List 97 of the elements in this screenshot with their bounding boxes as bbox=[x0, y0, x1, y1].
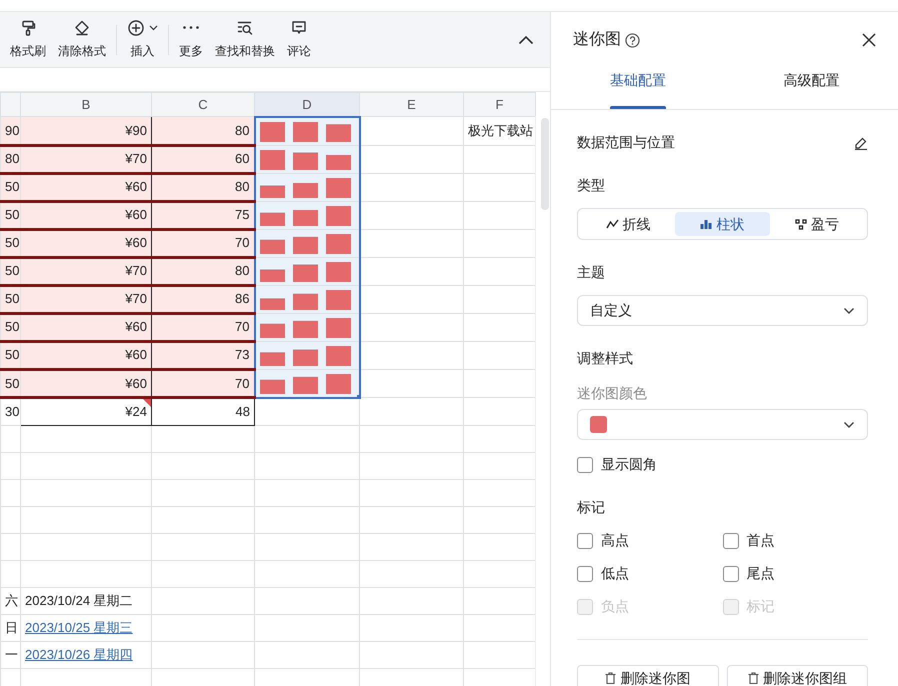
delete-button[interactable]: 删除迷你图 bbox=[577, 665, 718, 686]
help-icon[interactable] bbox=[625, 33, 640, 48]
bar-chart-icon bbox=[700, 219, 712, 229]
table-cell: 80 bbox=[152, 173, 254, 201]
toolbar-button[interactable]: 评论 bbox=[281, 19, 317, 60]
collapse-button[interactable] bbox=[518, 34, 534, 44]
checkbox-label: 高点 bbox=[601, 531, 629, 550]
table-cell: ¥70 bbox=[20, 257, 152, 285]
table-cell: ¥70 bbox=[20, 145, 152, 173]
eraser-icon bbox=[73, 19, 91, 37]
chart-type-option[interactable]: 盈亏 bbox=[770, 212, 864, 236]
toolbar-button[interactable]: 格式刷 bbox=[4, 19, 52, 60]
table-cell: 73 bbox=[152, 341, 254, 369]
panel-tab[interactable]: 基础配置 bbox=[551, 52, 724, 109]
color-select[interactable] bbox=[577, 409, 868, 440]
chevron-down-icon bbox=[843, 306, 855, 314]
table-cell: 48 bbox=[152, 398, 254, 426]
panel-tab[interactable]: 高级配置 bbox=[724, 52, 898, 109]
field-label: 迷你图颜色 bbox=[577, 384, 648, 403]
table-cell: ¥60 bbox=[20, 313, 152, 341]
table-cell: ¥60 bbox=[20, 229, 152, 257]
more-icon bbox=[183, 26, 199, 29]
chart-type-option[interactable]: 柱状 bbox=[675, 212, 770, 236]
table-cell: 50 bbox=[0, 201, 20, 229]
table-cell: 80 bbox=[152, 116, 254, 145]
table-cell: 一 bbox=[0, 642, 20, 668]
column-header[interactable]: B bbox=[20, 92, 152, 116]
checkbox[interactable] bbox=[577, 456, 593, 472]
section-label: 主题 bbox=[577, 263, 606, 282]
trash-icon bbox=[605, 672, 616, 684]
table-cell: ¥60 bbox=[20, 341, 152, 369]
table-cell: 80 bbox=[0, 145, 20, 173]
search-icon bbox=[236, 19, 254, 37]
checkbox[interactable] bbox=[577, 532, 593, 548]
chart-type-option[interactable]: 折线 bbox=[581, 212, 676, 236]
table-cell: ¥60 bbox=[20, 369, 152, 398]
checkbox[interactable] bbox=[722, 532, 738, 548]
table-cell: 日 bbox=[0, 614, 20, 642]
toolbar-button[interactable]: 更多 bbox=[173, 19, 209, 60]
panel-title: 迷你图 bbox=[573, 30, 621, 50]
line-chart-icon bbox=[606, 219, 619, 229]
section-label: 调整样式 bbox=[577, 349, 634, 368]
close-icon bbox=[862, 33, 876, 47]
toolbar-button[interactable]: 清除格式 bbox=[52, 19, 112, 60]
table-cell: 50 bbox=[0, 313, 20, 341]
table-cell: 六 bbox=[0, 588, 20, 614]
table-cell: 80 bbox=[152, 257, 254, 285]
table-cell: 70 bbox=[152, 229, 254, 257]
table-cell: 2023/10/24 星期二 bbox=[20, 588, 152, 614]
table-cell: 70 bbox=[152, 369, 254, 398]
toolbar-button[interactable]: 插入 bbox=[121, 19, 164, 60]
delete-button[interactable]: 删除迷你图组 bbox=[726, 665, 868, 686]
section-label: 标记 bbox=[577, 498, 606, 517]
table-cell: 50 bbox=[0, 229, 20, 257]
edit-button[interactable] bbox=[854, 136, 868, 150]
table-cell: 90 bbox=[0, 116, 20, 145]
table-cell: 50 bbox=[0, 369, 20, 398]
table-cell: 50 bbox=[0, 173, 20, 201]
table-cell: 50 bbox=[0, 285, 20, 313]
checkbox-label: 标记 bbox=[746, 597, 774, 616]
table-cell: ¥70 bbox=[20, 285, 152, 313]
toolbar-button[interactable]: 查找和替换 bbox=[209, 19, 281, 60]
table-cell: 70 bbox=[152, 313, 254, 341]
table-cell: ¥60 bbox=[20, 173, 152, 201]
table-cell: 50 bbox=[0, 257, 20, 285]
section-label: 数据范围与位置 bbox=[577, 133, 675, 152]
table-cell: 75 bbox=[152, 201, 254, 229]
checkbox-label: 负点 bbox=[601, 597, 629, 616]
theme-select[interactable]: 自定义 bbox=[577, 295, 868, 326]
date-link[interactable]: 2023/10/26 星期四 bbox=[25, 647, 133, 662]
table-cell: ¥90 bbox=[20, 116, 152, 145]
checkbox-label: 显示圆角 bbox=[601, 455, 657, 474]
table-cell: 50 bbox=[0, 341, 20, 369]
date-link[interactable]: 2023/10/25 星期三 bbox=[25, 620, 133, 636]
close-button[interactable] bbox=[862, 33, 876, 47]
table-cell: 60 bbox=[152, 145, 254, 173]
table-cell: ¥60 bbox=[20, 201, 152, 229]
trash-icon bbox=[748, 672, 759, 684]
plus-circle-icon bbox=[127, 19, 145, 37]
table-cell: 30 bbox=[0, 398, 20, 426]
section-label: 类型 bbox=[577, 176, 606, 195]
column-header[interactable]: C bbox=[152, 92, 254, 116]
column-header[interactable]: D bbox=[254, 92, 360, 116]
table-cell: 86 bbox=[152, 285, 254, 313]
win-loss-icon bbox=[794, 218, 807, 230]
chevron-down-icon bbox=[843, 420, 855, 428]
checkbox-label: 低点 bbox=[601, 564, 629, 583]
checkbox-label: 首点 bbox=[746, 531, 774, 550]
scrollbar[interactable] bbox=[535, 116, 550, 686]
column-header[interactable]: E bbox=[360, 92, 464, 116]
checkbox[interactable] bbox=[722, 566, 738, 582]
column-header[interactable]: F bbox=[464, 92, 536, 116]
pencil-icon bbox=[854, 136, 868, 150]
table-cell: ¥24 bbox=[20, 398, 152, 426]
checkbox-label: 尾点 bbox=[746, 564, 774, 583]
checkbox[interactable] bbox=[577, 566, 593, 582]
chevron-up-icon bbox=[518, 34, 534, 44]
